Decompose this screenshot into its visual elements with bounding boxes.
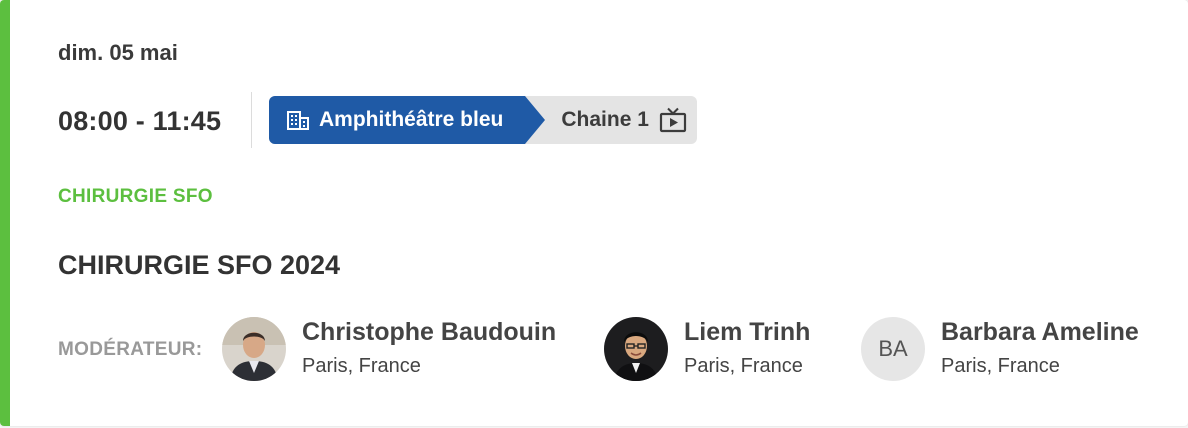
divider bbox=[251, 92, 252, 148]
avatar bbox=[604, 317, 668, 381]
moderator-name[interactable]: Liem Trinh bbox=[684, 317, 810, 347]
avatar bbox=[222, 317, 286, 381]
session-category[interactable]: CHIRURGIE SFO bbox=[58, 186, 213, 208]
avatar-initials: BA bbox=[861, 317, 925, 381]
channel-label: Chaine 1 bbox=[561, 108, 649, 131]
channel-chip[interactable]: Chaine 1 bbox=[525, 107, 697, 133]
session-card[interactable]: dim. 05 mai 08:00 - 11:45 Amphithéâtre b… bbox=[0, 0, 1188, 426]
moderator-card[interactable]: Liem Trinh Paris, France bbox=[604, 317, 810, 383]
moderator-location: Paris, France bbox=[941, 355, 1060, 377]
moderator-name[interactable]: Barbara Ameline bbox=[941, 317, 1139, 347]
room-chip[interactable]: Amphithéâtre bleu bbox=[269, 96, 546, 144]
room-label: Amphithéâtre bleu bbox=[319, 108, 504, 131]
session-title[interactable]: CHIRURGIE SFO 2024 bbox=[58, 250, 340, 281]
moderator-card[interactable]: Christophe Baudouin Paris, France bbox=[222, 317, 556, 383]
session-date: dim. 05 mai bbox=[58, 40, 178, 65]
tv-icon bbox=[659, 107, 687, 133]
moderator-location: Paris, France bbox=[684, 355, 803, 377]
location-badge[interactable]: Amphithéâtre bleu Chaine 1 bbox=[269, 96, 697, 144]
moderator-card[interactable]: BA Barbara Ameline Paris, France bbox=[861, 317, 1139, 383]
moderator-label: MODÉRATEUR: bbox=[58, 339, 203, 360]
moderator-location: Paris, France bbox=[302, 355, 421, 377]
moderator-name[interactable]: Christophe Baudouin bbox=[302, 317, 556, 347]
building-icon bbox=[287, 110, 309, 130]
session-time: 08:00 - 11:45 bbox=[58, 106, 222, 136]
